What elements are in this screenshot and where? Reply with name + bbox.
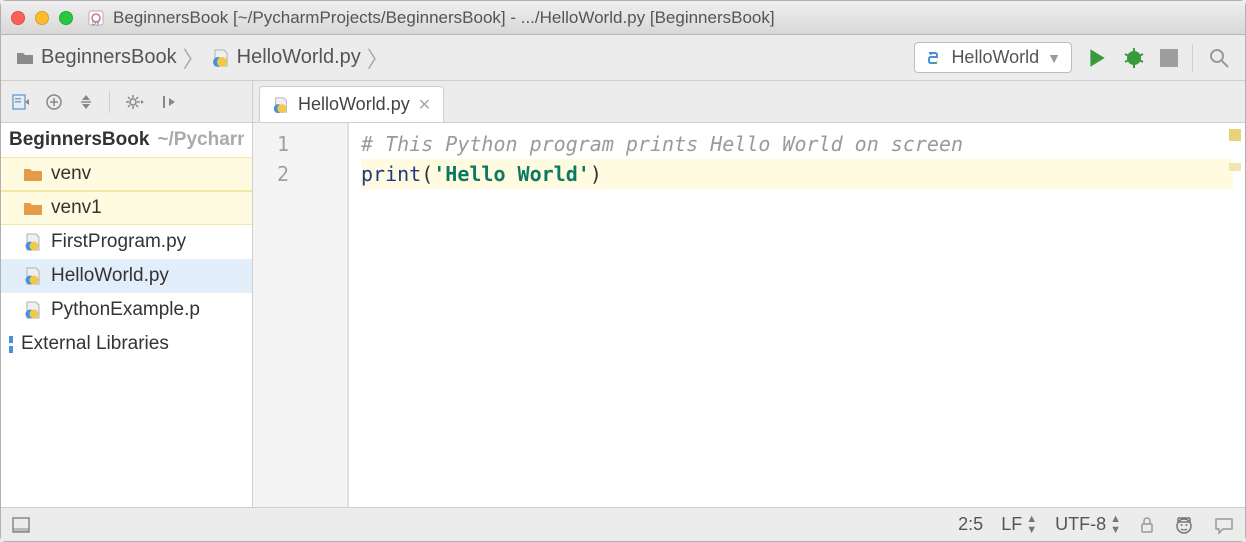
breadcrumb-file[interactable]: HelloWorld.py bbox=[211, 46, 361, 69]
nav-controls: HelloWorld ▼ bbox=[914, 42, 1231, 73]
project-tree[interactable]: BeginnersBook ~/PycharmProjects/Beginner… bbox=[1, 123, 253, 507]
close-tab-icon[interactable]: ✕ bbox=[418, 95, 431, 115]
run-button[interactable] bbox=[1086, 47, 1108, 69]
code-area[interactable]: # This Python program prints Hello World… bbox=[349, 123, 1245, 507]
tree-item-label: HelloWorld.py bbox=[51, 265, 169, 287]
chevron-right-icon: 〉 bbox=[183, 42, 205, 74]
inspection-marker[interactable] bbox=[1229, 129, 1241, 141]
settings-gear-icon[interactable] bbox=[124, 92, 144, 112]
tree-item-label: PythonExample.p bbox=[51, 299, 200, 321]
paren-close: ) bbox=[590, 162, 602, 186]
title-bar: PY BeginnersBook [~/PycharmProjects/Begi… bbox=[1, 1, 1245, 35]
tree-root-label: BeginnersBook bbox=[9, 129, 149, 151]
python-file-icon bbox=[23, 232, 43, 252]
tree-item-label: venv bbox=[51, 163, 91, 185]
python-file-icon bbox=[211, 48, 231, 68]
inspection-hint-marker[interactable] bbox=[1229, 163, 1241, 171]
identifier-print: print bbox=[361, 162, 421, 186]
minimize-window-button[interactable] bbox=[35, 11, 49, 25]
code-editor[interactable]: 1 2 # This Python program prints Hello W… bbox=[253, 123, 1245, 507]
code-line-2[interactable]: print('Hello World') bbox=[361, 159, 1233, 189]
file-encoding[interactable]: UTF-8 ▲▼ bbox=[1055, 514, 1121, 536]
tree-item-file[interactable]: PythonExample.p bbox=[1, 293, 252, 327]
python-file-icon bbox=[23, 266, 43, 286]
tool-windows-quick-access-icon[interactable] bbox=[11, 515, 31, 535]
tree-item-label: FirstProgram.py bbox=[51, 231, 186, 253]
editor-tab-label: HelloWorld.py bbox=[298, 94, 410, 115]
string-literal: 'Hello World' bbox=[433, 162, 590, 186]
breadcrumb-root[interactable]: BeginnersBook bbox=[15, 46, 177, 69]
line-number[interactable]: 1 bbox=[277, 129, 347, 159]
hide-tool-window-icon[interactable] bbox=[158, 92, 178, 112]
stop-button[interactable] bbox=[1160, 49, 1178, 67]
window-title: BeginnersBook [~/PycharmProjects/Beginne… bbox=[113, 8, 775, 28]
folder-icon bbox=[15, 48, 35, 68]
tool-strip: HelloWorld.py ✕ bbox=[1, 81, 1245, 123]
expand-all-icon[interactable] bbox=[45, 93, 63, 111]
zoom-window-button[interactable] bbox=[59, 11, 73, 25]
gutter[interactable]: 1 2 bbox=[253, 123, 349, 507]
tree-item-folder[interactable]: venv1 bbox=[1, 191, 252, 225]
folder-icon bbox=[23, 165, 43, 183]
updown-icon: ▲▼ bbox=[1026, 514, 1037, 536]
notifications-icon[interactable] bbox=[1213, 514, 1235, 536]
navigation-bar: BeginnersBook 〉 HelloWorld.py 〉 HelloWor… bbox=[1, 35, 1245, 81]
tree-item-file[interactable]: FirstProgram.py bbox=[1, 225, 252, 259]
separator bbox=[109, 91, 110, 113]
python-file-icon bbox=[23, 300, 43, 320]
svg-text:PY: PY bbox=[92, 22, 100, 27]
tree-item-file-selected[interactable]: HelloWorld.py bbox=[1, 259, 252, 293]
status-bar: 2:5 LF ▲▼ UTF-8 ▲▼ bbox=[1, 507, 1245, 541]
tree-item-label: External Libraries bbox=[21, 333, 169, 355]
traffic-lights bbox=[11, 11, 73, 25]
folder-icon bbox=[23, 199, 43, 217]
run-configuration-combo[interactable]: HelloWorld ▼ bbox=[914, 42, 1072, 73]
pycharm-app-icon: PY bbox=[87, 9, 105, 27]
line-number[interactable]: 2 bbox=[277, 159, 347, 189]
editor-tabs: HelloWorld.py ✕ bbox=[253, 81, 1245, 122]
status-right: 2:5 LF ▲▼ UTF-8 ▲▼ bbox=[958, 514, 1235, 536]
editor-tab[interactable]: HelloWorld.py ✕ bbox=[259, 86, 444, 122]
collapse-all-icon[interactable] bbox=[77, 93, 95, 111]
tree-item-label: venv1 bbox=[51, 197, 102, 219]
comment: # This Python program prints Hello World… bbox=[361, 132, 963, 156]
run-configuration-label: HelloWorld bbox=[951, 47, 1039, 68]
chevron-right-icon: 〉 bbox=[367, 42, 389, 74]
tree-root[interactable]: BeginnersBook ~/PycharmProjects/Beginner… bbox=[1, 123, 252, 157]
updown-icon: ▲▼ bbox=[1110, 514, 1121, 536]
caret-position[interactable]: 2:5 bbox=[958, 514, 983, 535]
breadcrumb-label: BeginnersBook bbox=[41, 46, 177, 69]
python-icon bbox=[925, 49, 943, 67]
python-file-icon bbox=[272, 96, 290, 114]
tree-item-folder[interactable]: venv bbox=[1, 157, 252, 191]
breadcrumb-label: HelloWorld.py bbox=[237, 46, 361, 69]
library-icon bbox=[9, 336, 13, 353]
scroll-from-source-icon[interactable] bbox=[11, 92, 31, 112]
code-line-1[interactable]: # This Python program prints Hello World… bbox=[361, 129, 1233, 159]
tree-root-path: ~/PycharmProjects/BeginnersBook bbox=[157, 129, 244, 151]
breadcrumb: BeginnersBook 〉 HelloWorld.py 〉 bbox=[15, 42, 389, 74]
chevron-down-icon: ▼ bbox=[1047, 50, 1061, 66]
inspection-profile-icon[interactable] bbox=[1173, 514, 1195, 536]
main-area: BeginnersBook ~/PycharmProjects/Beginner… bbox=[1, 123, 1245, 507]
debug-button[interactable] bbox=[1122, 46, 1146, 70]
project-toolbar bbox=[1, 81, 253, 122]
close-window-button[interactable] bbox=[11, 11, 25, 25]
search-icon[interactable] bbox=[1207, 46, 1231, 70]
tree-external-libraries[interactable]: External Libraries bbox=[1, 327, 252, 361]
readonly-lock-icon[interactable] bbox=[1139, 516, 1155, 534]
line-separator[interactable]: LF ▲▼ bbox=[1001, 514, 1037, 536]
separator bbox=[1192, 44, 1193, 72]
paren-open: ( bbox=[421, 162, 433, 186]
